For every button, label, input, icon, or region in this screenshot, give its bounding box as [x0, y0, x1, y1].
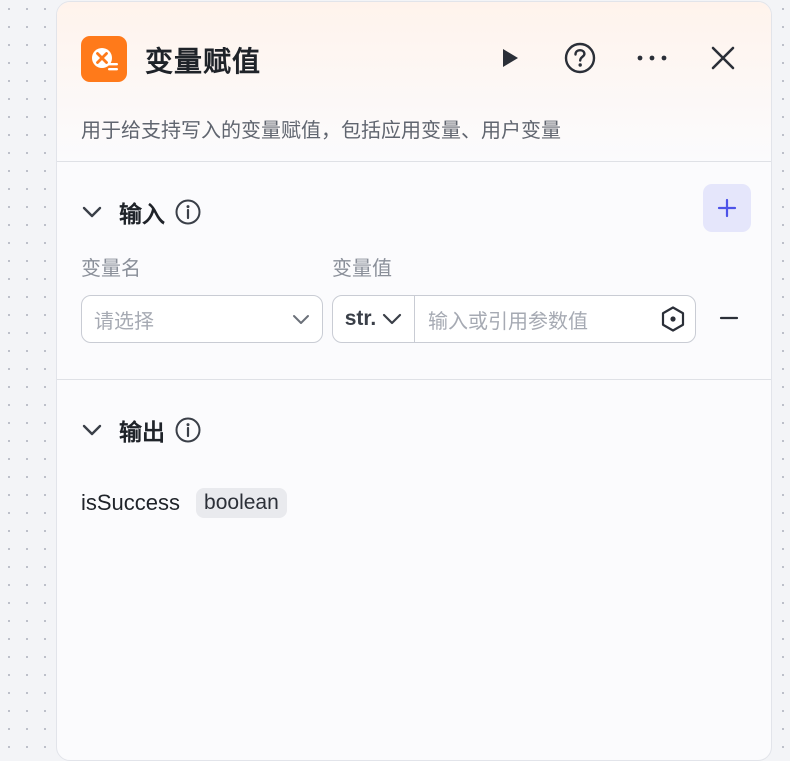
output-section-header: 输出	[81, 413, 201, 447]
output-section-title: 输出	[119, 419, 165, 445]
help-circle-icon	[564, 42, 596, 74]
play-icon	[503, 49, 518, 67]
output-name: isSuccess	[81, 490, 181, 515]
variable-name-select[interactable]: 请选择	[81, 295, 323, 343]
minus-icon	[719, 316, 739, 320]
input-section-title: 输入	[119, 201, 165, 227]
add-input-button[interactable]	[703, 184, 751, 232]
panel-header: 变量赋值 用于给支持写入的变量赋值，包括应用变量、用户变量	[57, 2, 771, 162]
help-button[interactable]	[564, 42, 596, 74]
variable-value-label: 变量值	[332, 258, 392, 280]
plus-icon	[717, 198, 737, 218]
variable-value-input[interactable]: 输入或引用参数值	[415, 296, 695, 342]
output-type-badge: boolean	[196, 488, 287, 518]
close-icon	[711, 46, 735, 70]
run-button[interactable]	[494, 42, 526, 74]
node-title: 变量赋值	[145, 46, 262, 77]
close-button[interactable]	[707, 42, 739, 74]
variable-value-field: str. 输入或引用参数值	[332, 295, 696, 343]
info-icon	[175, 199, 201, 225]
chevron-down-icon	[383, 313, 402, 325]
chevron-down-icon	[293, 314, 309, 324]
remove-input-button[interactable]	[717, 302, 741, 334]
value-type-select[interactable]: str.	[333, 296, 415, 342]
input-info-button[interactable]	[175, 199, 201, 225]
variable-assign-icon	[81, 36, 127, 82]
input-section-header: 输入	[81, 195, 201, 229]
collapse-input-toggle[interactable]	[81, 201, 103, 223]
chevron-down-icon	[82, 206, 102, 218]
variable-name-label: 变量名	[81, 258, 141, 280]
more-button[interactable]	[636, 42, 668, 74]
value-type-label: str.	[344, 307, 377, 330]
node-config-panel: 变量赋值 用于给支持写入的变量赋值，包括应用变量、用户变量 输入 变量名 变量值…	[56, 1, 772, 761]
output-section: 输出 isSuccess boolean	[57, 380, 771, 680]
reference-variable-icon[interactable]	[659, 305, 687, 333]
more-horizontal-icon	[637, 55, 667, 61]
info-icon	[175, 417, 201, 443]
chevron-down-icon	[82, 424, 102, 436]
input-section: 输入 变量名 变量值 请选择 str. 输入或引用参数值	[57, 162, 771, 380]
collapse-output-toggle[interactable]	[81, 419, 103, 441]
variable-value-placeholder: 输入或引用参数值	[428, 310, 588, 333]
output-info-button[interactable]	[175, 417, 201, 443]
variable-name-placeholder: 请选择	[94, 310, 154, 333]
output-item: isSuccess boolean	[81, 488, 287, 518]
node-description: 用于给支持写入的变量赋值，包括应用变量、用户变量	[81, 120, 561, 142]
